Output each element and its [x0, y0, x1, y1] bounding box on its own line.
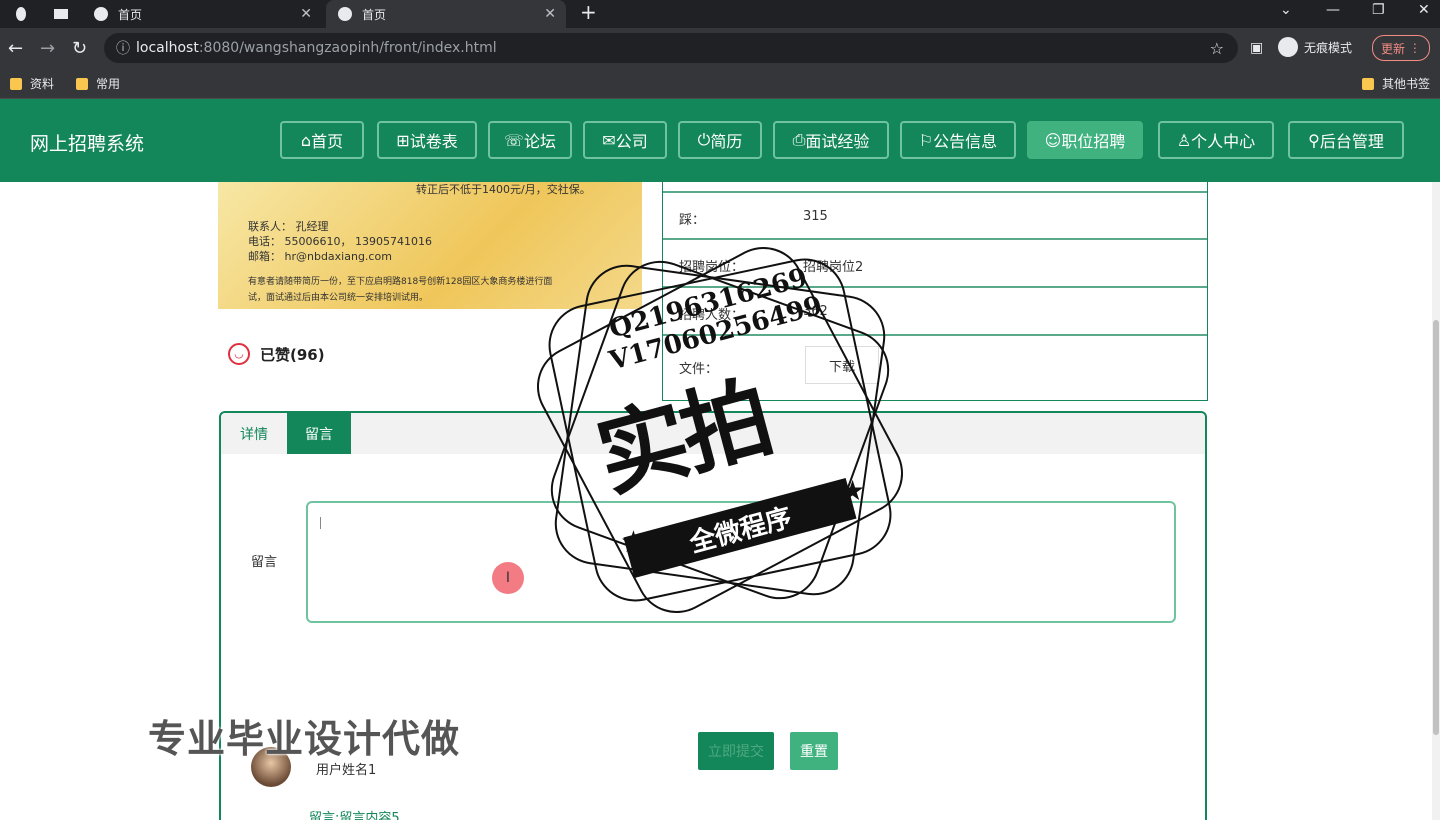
bookmark-label: 其他书签 [1382, 77, 1431, 91]
watermark-stamp: ★ ★ Q2196316269 V17060256499 实拍 全微程序 [525, 235, 915, 625]
smile-icon: ◡ [228, 343, 250, 365]
incognito-icon [1278, 37, 1298, 57]
nav-label: 职位招聘 [1061, 132, 1126, 151]
text-caret [320, 517, 321, 529]
window-icon[interactable] [46, 0, 76, 28]
submit-button[interactable]: 立即提交 [698, 732, 774, 770]
nav-label: 个人中心 [1191, 132, 1256, 151]
folder-icon [10, 77, 22, 90]
browser-tabbar: 首页 ✕ 首页 ✕ + ⌄ — ❐ ✕ [0, 0, 1440, 28]
nav-label: 试卷表 [409, 132, 458, 151]
reset-button[interactable]: 重置 [790, 732, 838, 770]
tab-title: 首页 [118, 7, 143, 22]
bookmark-folder[interactable]: 常用 [76, 75, 120, 92]
nav-jobs[interactable]: ☺ 职位招聘 [1027, 121, 1143, 159]
nav-label: 后台管理 [1319, 132, 1384, 151]
poster-note: 试，面试通过后由本公司统一安排培训试用。 [248, 293, 429, 303]
bookmark-star-icon[interactable]: ☆ [1210, 39, 1224, 58]
message-label: 留言 [251, 555, 278, 570]
info-icon[interactable]: ⓘ [116, 38, 130, 58]
url-bar[interactable]: ⓘ localhost :8080/wangshangzaopinh/front… [104, 33, 1238, 63]
overlay-caption: 专业毕业设计代做 [148, 717, 461, 761]
forward-icon[interactable]: → [40, 38, 55, 59]
nav-company[interactable]: ✉ 公司 [583, 121, 667, 159]
update-button[interactable]: 更新 ⋮ [1372, 35, 1430, 61]
nav-resume[interactable]: ⏻ 简历 [678, 121, 762, 159]
folder-icon [76, 77, 88, 90]
folder-icon [1362, 77, 1374, 90]
nav-label: 公告信息 [933, 132, 998, 151]
url-path: :8080/wangshangzaopinh/front/index.html [198, 40, 497, 56]
bookmark-label: 资料 [30, 77, 55, 91]
close-icon[interactable]: ✕ [300, 6, 312, 22]
app-icon[interactable] [6, 0, 36, 28]
nav-exam[interactable]: ⊞ 试卷表 [377, 121, 477, 159]
new-tab-button[interactable]: + [580, 0, 597, 24]
restore-button[interactable]: ❐ [1372, 2, 1385, 18]
poster-line: 转正后不低于1400元/月，交社保。 [416, 183, 591, 196]
info-key: 踩： [679, 213, 706, 228]
incognito-indicator[interactable]: 无痕模式 [1278, 37, 1352, 57]
nav-label: 首页 [311, 132, 344, 151]
comment-content: 留言:留言内容5 [309, 811, 400, 820]
site-title: 网上招聘系统 [30, 133, 145, 155]
close-icon[interactable]: ✕ [544, 6, 556, 22]
tab-details[interactable]: 详情 [221, 413, 287, 454]
nav-admin[interactable]: ⚲ 后台管理 [1288, 121, 1404, 159]
bookmark-label: 常用 [96, 77, 121, 91]
scrollbar-thumb[interactable] [1433, 320, 1439, 735]
nav-label: 简历 [710, 132, 743, 151]
window-close-button[interactable]: ✕ [1418, 2, 1430, 18]
bookmark-folder[interactable]: 资料 [10, 75, 54, 92]
nav-interview[interactable]: ⎙ 面试经验 [773, 121, 889, 159]
bookmarks-bar: 资料 常用 其他书签 [0, 68, 1440, 99]
tab-title: 首页 [362, 7, 387, 22]
reload-icon[interactable]: ↻ [72, 38, 87, 59]
like-button[interactable]: ◡ 已赞(96) [228, 343, 325, 365]
url-host: localhost [136, 40, 199, 56]
incognito-label: 无痕模式 [1304, 40, 1353, 55]
nav-profile[interactable]: ♙ 个人中心 [1158, 121, 1274, 159]
browser-tab-2[interactable]: 首页 ✕ [326, 0, 566, 28]
globe-icon [338, 7, 352, 21]
poster-note: 有意者请随带简历一份，至下应启明路818号创新128园区大象商务楼进行面 [248, 277, 553, 287]
like-label: 已赞(96) [260, 345, 325, 364]
info-value: 315 [803, 209, 828, 224]
address-bar-row: ← → ↻ ⓘ localhost :8080/wangshangzaopinh… [0, 28, 1440, 68]
poster-contact: 联系人： 孔经理 [248, 220, 329, 233]
globe-icon [94, 7, 108, 21]
tab-messages[interactable]: 留言 [287, 413, 351, 454]
tab-search-icon[interactable]: ⌄ [1280, 2, 1292, 18]
other-bookmarks[interactable]: 其他书签 [1362, 75, 1430, 92]
browser-tab-1[interactable]: 首页 ✕ [82, 0, 322, 28]
poster-email: 邮箱： hr@nbdaxiang.com [248, 250, 392, 263]
nav-notice[interactable]: ⚐ 公告信息 [900, 121, 1016, 159]
nav-forum[interactable]: ☏ 论坛 [488, 121, 572, 159]
minimize-button[interactable]: — [1326, 2, 1340, 18]
nav-label: 面试经验 [805, 132, 870, 151]
nav-label: 公司 [615, 132, 648, 151]
site-header: 网上招聘系统 ⌂ 首页 ⊞ 试卷表 ☏ 论坛 ✉ 公司 ⏻ 简历 ⎙ 面试经验 ⚐ 公告信息 … [0, 99, 1440, 182]
nav-home[interactable]: ⌂ 首页 [280, 121, 364, 159]
update-label: 更新 [1381, 41, 1406, 56]
sidepanel-icon[interactable]: ▣ [1250, 40, 1263, 56]
back-icon[interactable]: ← [8, 38, 23, 59]
poster-phone: 电话： 55006610， 13905741016 [248, 235, 432, 248]
nav-label: 论坛 [524, 132, 557, 151]
text-cursor-icon: I [492, 562, 524, 594]
info-row: 踩： 315 [663, 191, 1207, 239]
